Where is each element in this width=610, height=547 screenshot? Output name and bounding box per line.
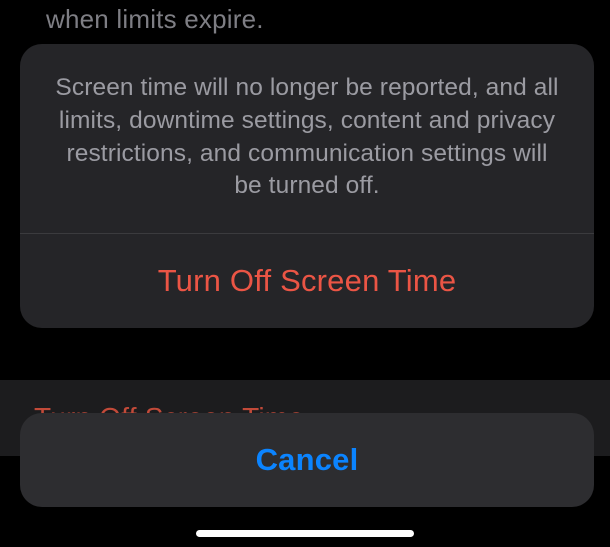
- action-sheet: Screen time will no longer be reported, …: [20, 44, 594, 328]
- cancel-button[interactable]: Cancel: [20, 413, 594, 507]
- home-indicator[interactable]: [196, 530, 414, 537]
- turn-off-screen-time-button[interactable]: Turn Off Screen Time: [20, 234, 594, 328]
- action-sheet-message: Screen time will no longer be reported, …: [20, 44, 594, 233]
- setting-description-text: when limits expire.: [46, 4, 264, 35]
